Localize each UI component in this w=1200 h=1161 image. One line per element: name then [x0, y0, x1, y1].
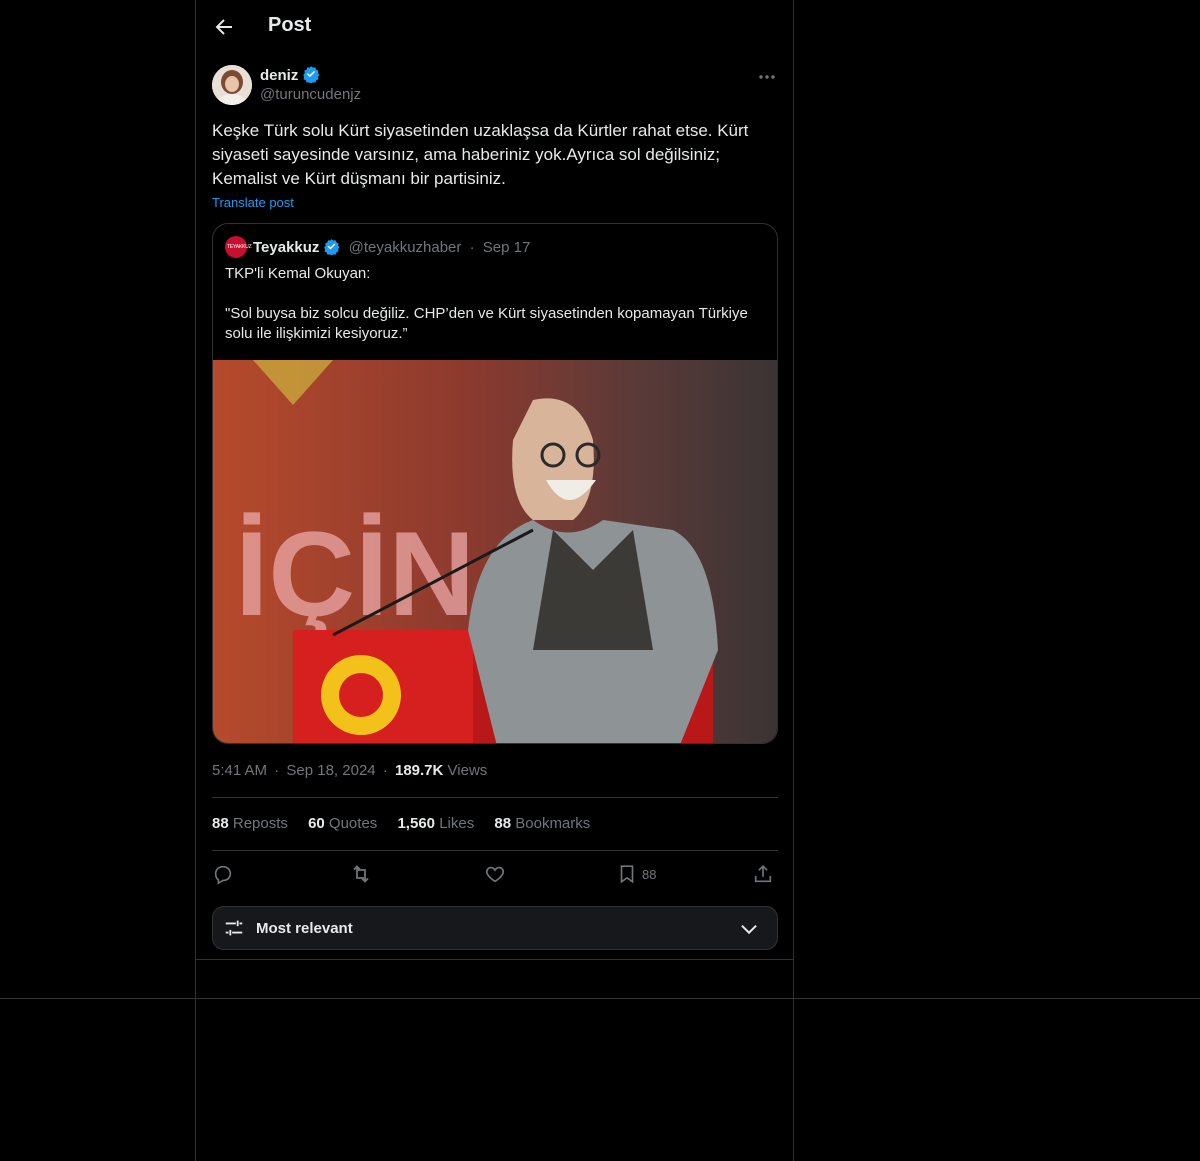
- divider: [196, 959, 793, 960]
- back-arrow-icon[interactable]: [212, 15, 236, 39]
- post-date[interactable]: Sep 18, 2024: [286, 762, 375, 779]
- verified-badge-icon: [303, 66, 320, 83]
- quoted-post-header: TEYAKKUZ Teyakkuz @teyakkuzhaber · Sep 17: [225, 236, 530, 260]
- share-button[interactable]: [752, 862, 774, 886]
- quoted-author-name[interactable]: Teyakkuz: [253, 239, 319, 256]
- avatar[interactable]: [212, 65, 252, 105]
- quoted-post-text: TKP'li Kemal Okuyan: "Sol buysa biz solc…: [225, 265, 748, 342]
- more-options-icon[interactable]: [757, 68, 777, 86]
- reply-button[interactable]: [212, 862, 234, 886]
- meta-separator: ·: [469, 239, 475, 256]
- page-title: Post: [268, 14, 312, 36]
- author-name[interactable]: deniz: [260, 65, 320, 84]
- like-button[interactable]: [484, 862, 506, 886]
- quoted-author-handle[interactable]: @teyakkuzhaber: [349, 239, 462, 256]
- engagement-stats: 88 Reposts 60 Quotes 1,560 Likes 88 Book…: [212, 815, 606, 832]
- banner-text: İÇİN: [235, 507, 475, 641]
- verified-badge-icon: [324, 239, 340, 255]
- meta-separator: ·: [274, 762, 280, 779]
- heart-icon: [485, 866, 505, 883]
- divider: [212, 850, 778, 851]
- repost-button[interactable]: [349, 862, 373, 886]
- post-text: Keşke Türk solu Kürt siyasetinden uzakla…: [212, 121, 749, 188]
- post-metadata: 5:41 AM · Sep 18, 2024 · 189.7K Views: [212, 762, 487, 779]
- reposts-stat[interactable]: 88 Reposts: [212, 815, 288, 832]
- repost-icon: [353, 865, 369, 883]
- divider: [212, 797, 778, 798]
- views-label: Views: [447, 762, 488, 779]
- post-column: Post deniz @turuncudenjz Keşke Türk solu…: [195, 0, 794, 1161]
- quoted-avatar[interactable]: TEYAKKUZ: [225, 236, 252, 258]
- quoted-post[interactable]: TEYAKKUZ Teyakkuz @teyakkuzhaber · Sep 17…: [212, 223, 778, 744]
- quotes-stat[interactable]: 60 Quotes: [308, 815, 377, 832]
- post-time[interactable]: 5:41 AM: [212, 762, 267, 779]
- views-count: 189.7K: [394, 762, 444, 779]
- action-bar: 88: [212, 862, 778, 886]
- bookmark-icon: [620, 865, 634, 884]
- sliders-icon: [225, 920, 243, 936]
- reply-sort-dropdown[interactable]: Most relevant: [212, 906, 778, 950]
- sort-label: Most relevant: [256, 920, 353, 937]
- header: Post: [196, 0, 793, 54]
- bookmark-count: 88: [642, 866, 657, 882]
- reply-icon: [214, 865, 232, 885]
- quoted-date[interactable]: Sep 17: [483, 239, 531, 256]
- meta-separator: ·: [382, 762, 388, 779]
- likes-stat[interactable]: 1,560 Likes: [397, 815, 474, 832]
- bookmark-button[interactable]: 88: [616, 862, 656, 886]
- translate-post-link[interactable]: Translate post: [212, 195, 294, 210]
- share-icon: [754, 865, 772, 883]
- bookmarks-stat[interactable]: 88 Bookmarks: [494, 815, 590, 832]
- quoted-post-image[interactable]: İÇİN: [213, 360, 778, 744]
- author-handle[interactable]: @turuncudenjz: [260, 86, 361, 103]
- chevron-down-icon: [741, 924, 757, 935]
